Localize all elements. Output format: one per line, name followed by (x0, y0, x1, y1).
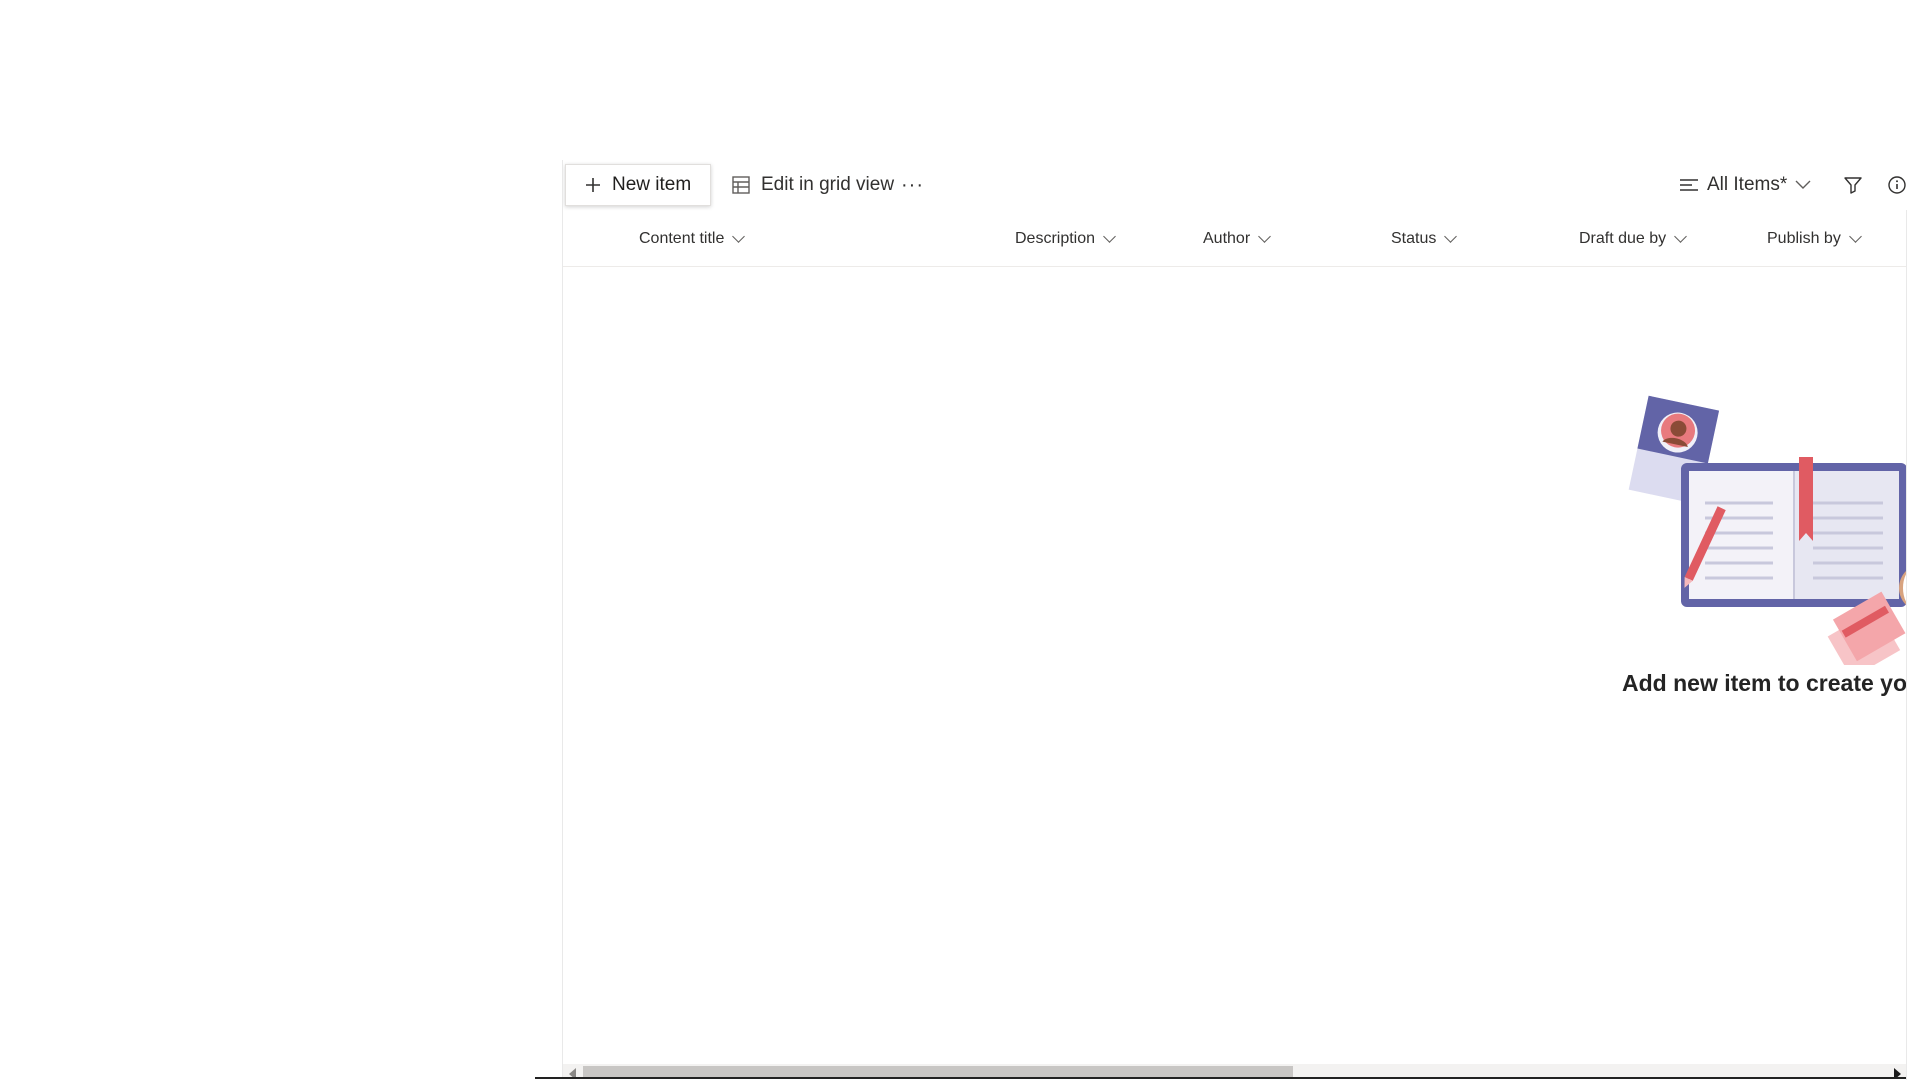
chevron-down-icon (1444, 230, 1458, 243)
add-icon (584, 176, 602, 194)
column-label: Draft due by (1579, 230, 1667, 247)
list-frame: New item Edit in grid view ··· All Items… (562, 160, 1907, 1078)
empty-state-illustration (1613, 365, 1907, 665)
column-label: Status (1391, 230, 1437, 247)
chevron-down-icon (1258, 230, 1272, 243)
info-button[interactable] (1879, 164, 1907, 206)
view-label: All Items* (1707, 174, 1788, 195)
edit-grid-view-button[interactable]: Edit in grid view (713, 164, 912, 206)
column-header-description[interactable]: Description (1015, 212, 1116, 266)
column-label: Description (1015, 230, 1096, 247)
filter-button[interactable] (1835, 164, 1871, 206)
column-header-status[interactable]: Status (1391, 212, 1458, 266)
content-border (1906, 210, 1907, 1080)
command-bar: New item Edit in grid view ··· All Items… (563, 160, 1907, 212)
list-viewport: New item Edit in grid view ··· All Items… (563, 160, 1907, 1078)
column-label: Publish by (1767, 230, 1841, 247)
view-selector-button[interactable]: All Items* (1671, 164, 1819, 206)
column-header-publish-by[interactable]: Publish by (1767, 212, 1862, 266)
chevron-down-icon (1795, 180, 1811, 190)
column-header-author[interactable]: Author (1203, 212, 1272, 266)
chevron-down-icon (1674, 230, 1688, 243)
grid-view-icon (731, 175, 751, 195)
new-item-label: New item (612, 174, 692, 195)
column-label: Content title (639, 230, 725, 247)
column-header-content-title[interactable]: Content title (639, 212, 746, 266)
chevron-down-icon (732, 230, 746, 243)
view-list-icon (1679, 177, 1699, 193)
empty-state-message: Add new item to create yo (1622, 670, 1907, 696)
chevron-down-icon (1103, 230, 1116, 243)
more-button[interactable]: ··· (893, 164, 932, 206)
column-label: Author (1203, 230, 1251, 247)
chevron-down-icon (1848, 230, 1862, 243)
grid-view-label: Edit in grid view (761, 174, 895, 195)
bottom-divider (535, 1077, 1906, 1079)
column-header-draft-due-by[interactable]: Draft due by (1579, 212, 1688, 266)
info-icon (1887, 175, 1907, 195)
filter-icon (1843, 175, 1863, 195)
more-icon: ··· (901, 173, 924, 196)
new-item-button[interactable]: New item (565, 164, 711, 206)
horizontal-scrollbar[interactable] (563, 1064, 1907, 1078)
column-header-row: Content title Description Author Status … (563, 212, 1907, 267)
